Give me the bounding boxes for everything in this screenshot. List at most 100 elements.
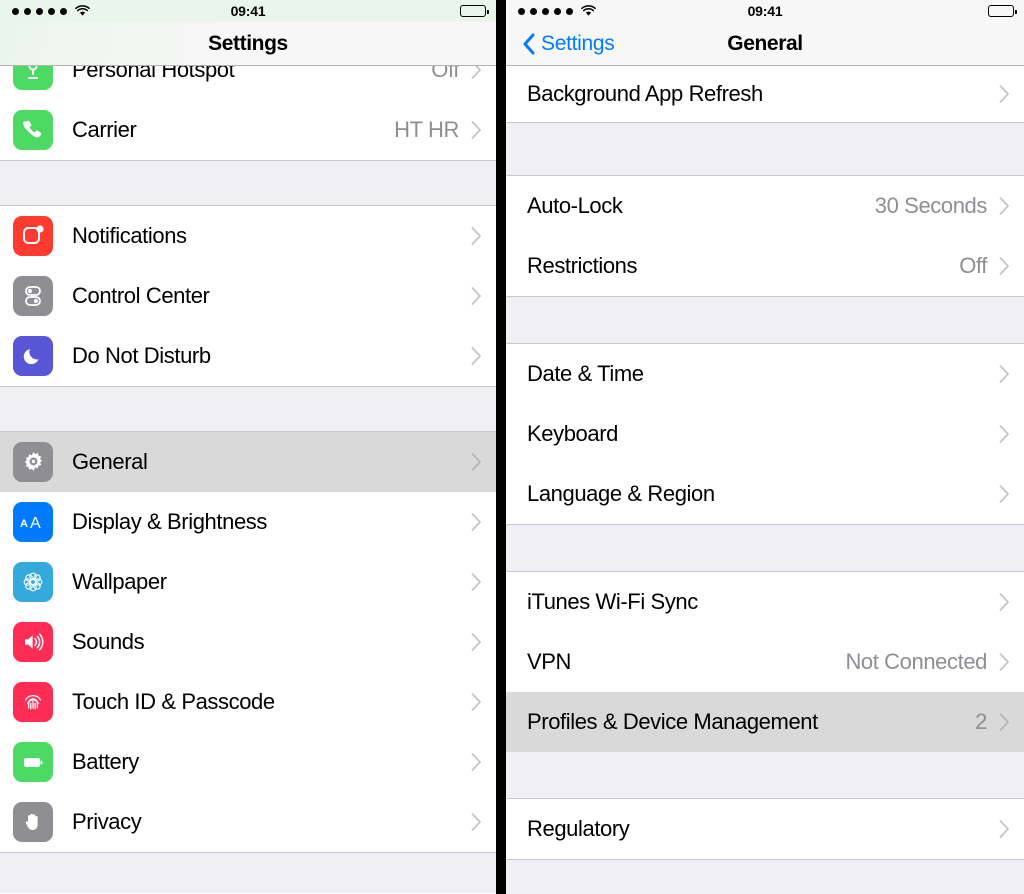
list-item-label: Wallpaper — [72, 569, 167, 594]
chevron-left-icon — [522, 32, 536, 56]
list-item-label: Personal Hotspot — [72, 66, 235, 82]
chevron-right-icon — [471, 572, 482, 592]
section-gap — [506, 859, 1024, 894]
list-item-battery[interactable]: Battery — [0, 732, 496, 792]
list-item-vpn[interactable]: VPN Not Connected — [506, 632, 1024, 692]
privacy-hand-icon — [13, 802, 53, 842]
list-item-background-app-refresh[interactable]: Background App Refresh — [506, 66, 1024, 122]
chevron-right-icon — [999, 819, 1010, 839]
general-gear-icon — [13, 442, 53, 482]
touch-id-fingerprint-icon — [13, 682, 53, 722]
navigation-bar-general: Settings General — [506, 22, 1024, 66]
status-bar-clock: 09:41 — [747, 3, 783, 19]
list-item-label: Profiles & Device Management — [527, 709, 818, 734]
section-gap — [506, 524, 1024, 572]
chevron-right-icon — [999, 196, 1010, 216]
section-gap — [506, 752, 1024, 799]
list-item-value: HT HR — [394, 117, 459, 142]
chevron-right-icon — [999, 484, 1010, 504]
chevron-right-icon — [471, 120, 482, 140]
list-item-value: 30 Seconds — [874, 193, 988, 218]
sounds-speaker-icon — [13, 622, 53, 662]
list-item-label: Keyboard — [527, 421, 618, 446]
list-item-label: Date & Time — [527, 361, 644, 386]
dual-phone-screenshot: 09:41 Settings Personal Hotspot Off Carr… — [0, 0, 1024, 894]
chevron-right-icon — [471, 226, 482, 246]
general-list: Background App Refresh Auto-Lock 30 Seco… — [506, 66, 1024, 894]
do-not-disturb-moon-icon — [13, 336, 53, 376]
list-item-control-center[interactable]: Control Center — [0, 266, 496, 326]
list-item-personal-hotspot[interactable]: Personal Hotspot Off — [0, 66, 496, 100]
chevron-right-icon — [999, 712, 1010, 732]
general-settings-screen: 09:41 Settings General Background App Re… — [506, 0, 1024, 894]
status-bar-left: 09:41 — [0, 0, 496, 22]
list-item-touch-id-passcode[interactable]: Touch ID & Passcode — [0, 672, 496, 732]
back-button-label: Settings — [541, 31, 615, 55]
panel-divider — [496, 0, 506, 894]
list-item-label: Carrier — [72, 117, 137, 142]
svg-text:A: A — [20, 518, 28, 530]
status-bar-battery — [460, 5, 489, 17]
section-gap — [0, 852, 496, 893]
section-gap — [506, 122, 1024, 176]
list-item-label: Battery — [72, 749, 139, 774]
list-item-general[interactable]: General — [0, 432, 496, 492]
control-center-icon — [13, 276, 53, 316]
list-item-privacy[interactable]: Privacy — [0, 792, 496, 852]
list-item-sounds[interactable]: Sounds — [0, 612, 496, 672]
chevron-right-icon — [471, 346, 482, 366]
list-item-restrictions[interactable]: Restrictions Off — [506, 236, 1024, 296]
settings-list-screen: 09:41 Settings Personal Hotspot Off Carr… — [0, 0, 496, 894]
chevron-right-icon — [471, 512, 482, 532]
back-button[interactable]: Settings — [516, 31, 615, 56]
list-item-profiles-device-management[interactable]: Profiles & Device Management 2 — [506, 692, 1024, 752]
list-item-itunes-wifi-sync[interactable]: iTunes Wi-Fi Sync — [506, 572, 1024, 632]
status-bar-battery — [988, 5, 1017, 17]
list-item-label: Regulatory — [527, 816, 630, 841]
notifications-icon — [13, 216, 53, 256]
chevron-right-icon — [471, 66, 482, 80]
list-item-date-time[interactable]: Date & Time — [506, 344, 1024, 404]
list-item-value: Not Connected — [845, 649, 987, 674]
list-item-display-brightness[interactable]: A A Display & Brightness — [0, 492, 496, 552]
list-item-keyboard[interactable]: Keyboard — [506, 404, 1024, 464]
list-item-do-not-disturb[interactable]: Do Not Disturb — [0, 326, 496, 386]
settings-list: Personal Hotspot Off Carrier HT HR Notif… — [0, 66, 496, 893]
list-item-label: Language & Region — [527, 481, 715, 506]
list-item-value: Off — [959, 253, 987, 278]
chevron-right-icon — [471, 812, 482, 832]
list-item-label: iTunes Wi-Fi Sync — [527, 589, 698, 614]
battery-icon — [13, 742, 53, 782]
list-item-label: Notifications — [72, 223, 187, 248]
display-brightness-aa-icon: A A — [13, 502, 53, 542]
page-title: Settings — [208, 31, 288, 55]
chevron-right-icon — [999, 364, 1010, 384]
list-item-language-region[interactable]: Language & Region — [506, 464, 1024, 524]
wallpaper-flower-icon — [13, 562, 53, 602]
battery-full-icon — [460, 5, 489, 17]
section-gap — [506, 296, 1024, 344]
list-item-label: Restrictions — [527, 253, 638, 278]
chevron-right-icon — [999, 256, 1010, 276]
chevron-right-icon — [471, 752, 482, 772]
battery-full-icon — [988, 5, 1017, 17]
chevron-right-icon — [471, 452, 482, 472]
personal-hotspot-icon — [13, 66, 53, 90]
list-item-label: Display & Brightness — [72, 509, 267, 534]
list-item-label: Auto-Lock — [527, 193, 623, 218]
chevron-right-icon — [471, 286, 482, 306]
list-item-label: Sounds — [72, 629, 145, 654]
list-item-wallpaper[interactable]: Wallpaper — [0, 552, 496, 612]
list-item-carrier[interactable]: Carrier HT HR — [0, 100, 496, 160]
list-item-label: VPN — [527, 649, 572, 674]
chevron-right-icon — [471, 632, 482, 652]
chevron-right-icon — [471, 692, 482, 712]
list-item-label: Do Not Disturb — [72, 343, 211, 368]
list-item-notifications[interactable]: Notifications — [0, 206, 496, 266]
list-item-label: General — [72, 449, 148, 474]
list-item-label: Privacy — [72, 809, 142, 834]
navigation-bar-settings: Settings — [0, 22, 496, 66]
chevron-right-icon — [999, 652, 1010, 672]
list-item-regulatory[interactable]: Regulatory — [506, 799, 1024, 859]
list-item-auto-lock[interactable]: Auto-Lock 30 Seconds — [506, 176, 1024, 236]
